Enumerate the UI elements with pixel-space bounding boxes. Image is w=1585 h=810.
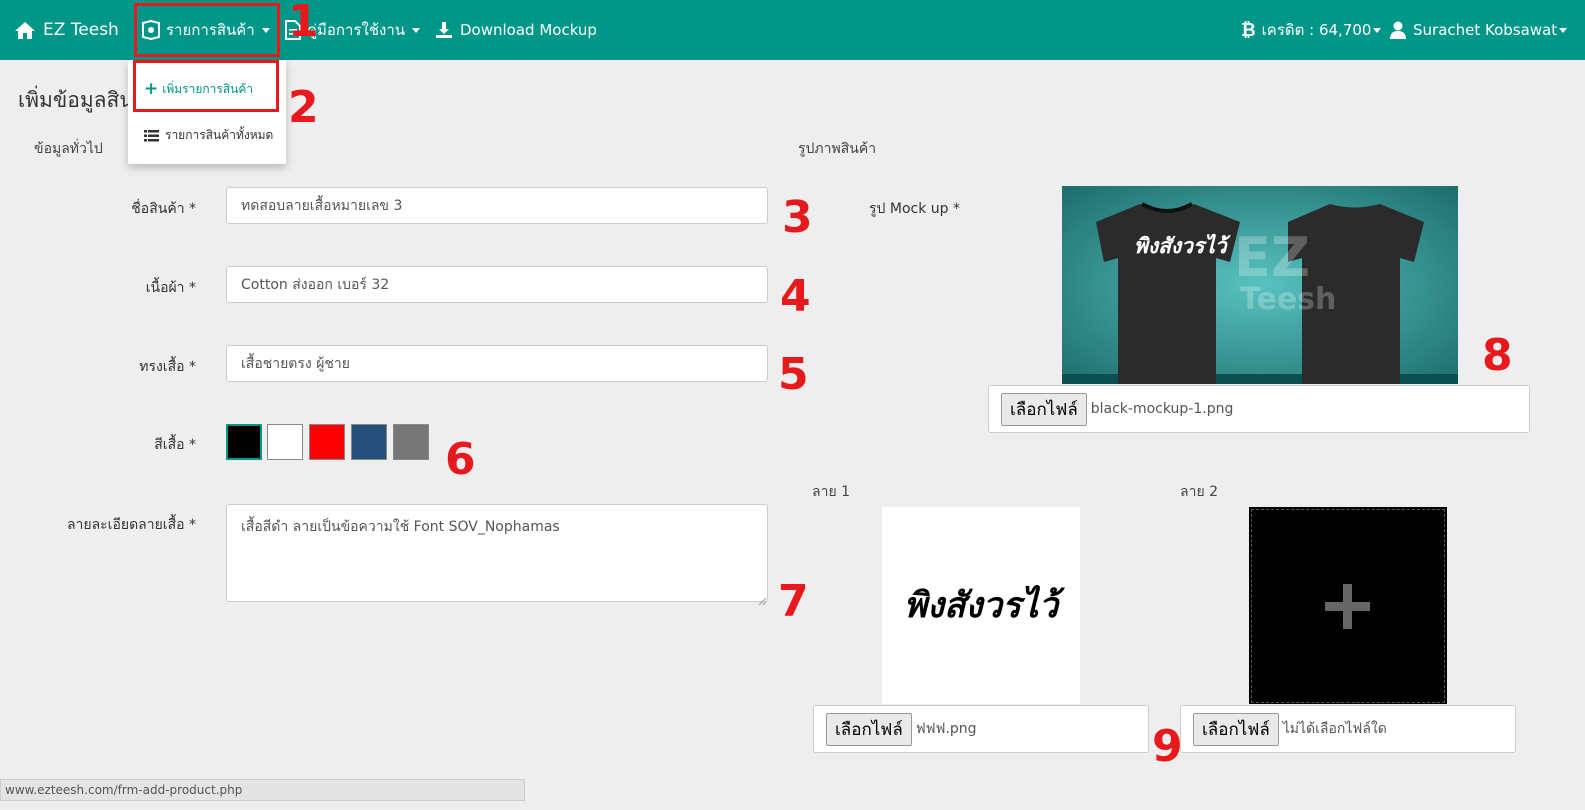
dropdown-item-all-products[interactable]: รายการสินค้าทั้งหมด [144,126,273,145]
design2-upload-placeholder[interactable] [1249,507,1447,704]
dropdown-item-all-products-label: รายการสินค้าทั้งหมด [165,128,274,142]
mockup-file-input[interactable]: เลือกไฟล์ black-mockup-1.png [988,385,1530,433]
fabric-input[interactable]: Cotton ส่งออก เบอร์ 32 [226,266,768,303]
annotation-number-1: 1 [288,0,319,47]
annotation-number-7: 7 [778,576,809,627]
design1-file-input[interactable]: เลือกไฟล์ ฟฟฟ.png [813,705,1149,753]
mockup-file-name: black-mockup-1.png [1090,401,1234,417]
manual-menu-label: คู่มือการใช้งาน [307,21,405,39]
color-swatch-gray[interactable] [393,424,429,460]
mockup-shirt-text: พิงสังวรไว้ [1134,233,1227,258]
general-info-section-label: ข้อมูลทั่วไป [34,141,103,157]
list-icon [144,129,159,142]
design-detail-textarea[interactable]: เสื้อสีดำ ลายเป็นข้อความใช้ Font SOV_Nop… [226,504,768,602]
annotation-number-5: 5 [778,349,809,400]
brand-link[interactable]: EZ Teesh [14,0,119,60]
plus-icon [1325,584,1370,633]
shirt-shape-select[interactable]: เสื้อชายตรง ผู้ชาย [226,345,768,382]
product-image-section-label: รูปภาพสินค้า [798,141,877,157]
product-name-label: ชื่อสินค้า * [131,201,196,217]
color-swatch-black[interactable] [226,424,262,460]
annotation-box-2 [133,60,279,112]
download-mockup-label: Download Mockup [460,21,597,39]
mockup-choose-file-button[interactable]: เลือกไฟล์ [1001,392,1087,426]
mockup-watermark-ez: EZ [1234,226,1311,289]
bitcoin-icon: ₿ [1241,19,1256,41]
user-menu[interactable]: Surachet Kobsawat [1390,0,1568,60]
annotation-number-2: 2 [288,82,319,133]
credit-label: เครดิต : 64,700 [1261,21,1372,39]
design1-preview-text: พิงสังวรไว้ [903,585,1059,626]
color-swatch-navy[interactable] [351,424,387,460]
download-icon [435,21,453,39]
color-swatch-red[interactable] [309,424,345,460]
color-swatch-white[interactable] [267,424,303,460]
credit-menu[interactable]: ₿ เครดิต : 64,700 [1241,0,1382,60]
chevron-down-icon [1373,27,1382,33]
annotation-number-3: 3 [782,192,813,243]
user-icon [1390,21,1406,39]
mockup-watermark-teesh: Teesh [1240,282,1337,317]
chevron-down-icon [412,27,420,33]
chevron-down-icon [1559,27,1568,33]
mockup-preview-image: EZ Teesh พิงสังวรไว้ [1062,186,1458,384]
annotation-number-6: 6 [445,434,476,485]
design2-label: ลาย 2 [1180,484,1219,500]
annotation-box-1 [134,3,280,57]
design1-preview-image: พิงสังวรไว้ [882,507,1080,704]
brand-label: EZ Teesh [43,20,119,40]
design1-label: ลาย 1 [812,484,851,500]
product-name-input[interactable]: ทดสอบลายเสื้อหมายเลข 3 [226,187,768,224]
shirt-shape-label: ทรงเสื้อ * [139,359,196,375]
user-name: Surachet Kobsawat [1413,21,1558,39]
design-detail-label: ลายละเอียดลายเสื้อ * [66,517,196,533]
fabric-label: เนื้อผ้า * [145,280,196,296]
home-icon [14,21,36,40]
mockup-label: รูป Mock up * [869,201,960,217]
download-mockup-link[interactable]: Download Mockup [435,0,597,60]
annotation-number-9: 9 [1152,721,1183,772]
design2-file-input[interactable]: เลือกไฟล์ ไม่ได้เลือกไฟล์ใด [1180,705,1516,753]
design2-file-name: ไม่ได้เลือกไฟล์ใด [1282,721,1387,737]
shirt-color-label: สีเสื้อ * [154,437,196,453]
resize-handle-icon[interactable] [757,591,767,606]
design1-choose-file-button[interactable]: เลือกไฟล์ [826,712,912,746]
annotation-number-4: 4 [780,271,811,322]
browser-status-url: www.ezteesh.com/frm-add-product.php [0,779,525,801]
design1-file-name: ฟฟฟ.png [915,721,977,737]
design2-choose-file-button[interactable]: เลือกไฟล์ [1193,712,1279,746]
annotation-number-8: 8 [1482,330,1513,381]
